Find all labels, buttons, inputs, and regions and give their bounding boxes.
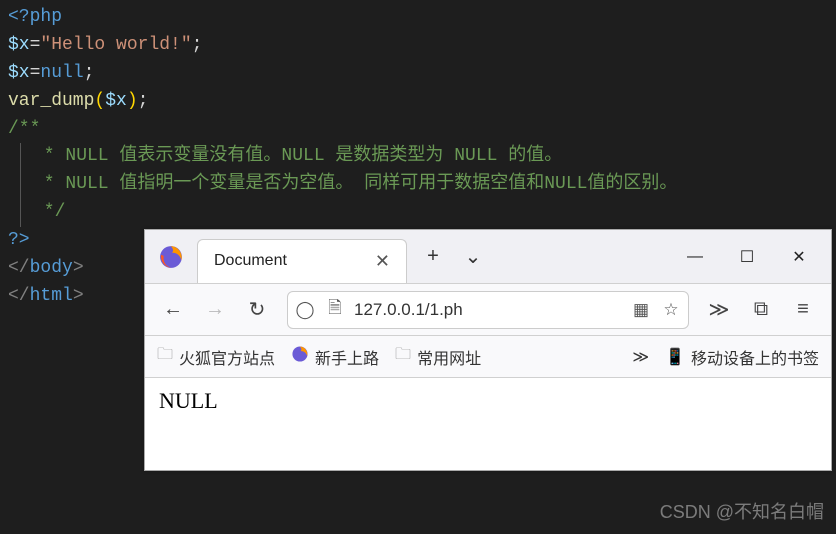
new-tab-button[interactable]: + xyxy=(413,237,453,277)
address-bar[interactable]: ◯ 🗎 127.0.0.1/1.ph ▦ ☆ xyxy=(287,291,689,329)
folder-icon: 🗀 xyxy=(157,343,173,370)
bookmarks-bar: 🗀 火狐官方站点 新手上路 🗀 常用网址 ≫ 📱 移动设备上的书签 xyxy=(145,336,831,378)
bookmark-label: 常用网址 xyxy=(417,345,481,369)
tabs-dropdown-button[interactable]: ⌄ xyxy=(453,237,493,277)
code-line: var_dump($x); xyxy=(8,88,828,116)
back-button[interactable]: ← xyxy=(153,290,193,330)
firefox-icon xyxy=(291,345,309,368)
comment-line: * NULL 值表示变量没有值。NULL 是数据类型为 NULL 的值。 xyxy=(33,143,828,171)
output-text: NULL xyxy=(159,388,218,413)
maximize-button[interactable]: ☐ xyxy=(721,237,773,277)
bookmark-label: 移动设备上的书签 xyxy=(691,345,819,369)
watermark: CSDN @不知名白帽 xyxy=(660,498,824,524)
bookmark-item[interactable]: 🗀 火狐官方站点 xyxy=(157,343,275,370)
overflow-button[interactable]: ≫ xyxy=(699,290,739,330)
extensions-button[interactable]: ⧉ xyxy=(741,290,781,330)
comment-open: /** xyxy=(8,116,828,144)
browser-window: Document ✕ + ⌄ — ☐ ✕ ← → ↻ ◯ 🗎 127.0.0.1… xyxy=(144,229,832,471)
folder-icon: 🗀 xyxy=(395,343,411,370)
close-window-button[interactable]: ✕ xyxy=(773,237,825,277)
window-controls: — ☐ ✕ xyxy=(669,237,825,277)
toolbar: ← → ↻ ◯ 🗎 127.0.0.1/1.ph ▦ ☆ ≫ ⧉ ≡ xyxy=(145,284,831,336)
code-line: $x=null; xyxy=(8,60,828,88)
browser-tab[interactable]: Document ✕ xyxy=(197,239,407,283)
comment-close: */ xyxy=(33,199,828,227)
bookmark-star-icon[interactable]: ☆ xyxy=(660,300,682,320)
code-line: <?php xyxy=(8,4,828,32)
bookmarks-overflow-button[interactable]: ≫ xyxy=(632,347,649,367)
code-line: $x="Hello world!"; xyxy=(8,32,828,60)
comment-block: * NULL 值表示变量没有值。NULL 是数据类型为 NULL 的值。 * N… xyxy=(20,143,828,227)
qr-code-icon[interactable]: ▦ xyxy=(630,300,652,320)
comment-line: * NULL 值指明一个变量是否为空值。 同样可用于数据空值和NULL值的区别。 xyxy=(33,171,828,199)
reload-button[interactable]: ↻ xyxy=(237,290,277,330)
shield-icon[interactable]: ◯ xyxy=(294,300,316,320)
bookmark-item[interactable]: 新手上路 xyxy=(291,345,379,369)
app-menu-button[interactable]: ≡ xyxy=(783,290,823,330)
bookmark-label: 新手上路 xyxy=(315,345,379,369)
mobile-icon: 📱 xyxy=(665,347,685,367)
bookmark-item[interactable]: 🗀 常用网址 xyxy=(395,343,481,370)
tab-close-icon[interactable]: ✕ xyxy=(369,249,396,274)
url-text: 127.0.0.1/1.ph xyxy=(354,300,622,320)
bookmark-item-mobile[interactable]: 📱 移动设备上的书签 xyxy=(665,345,819,369)
tab-title: Document xyxy=(214,252,357,270)
php-open-tag: <?php xyxy=(8,7,62,27)
forward-button[interactable]: → xyxy=(195,290,235,330)
titlebar: Document ✕ + ⌄ — ☐ ✕ xyxy=(145,230,831,284)
minimize-button[interactable]: — xyxy=(669,237,721,277)
page-content: NULL xyxy=(145,378,831,424)
firefox-logo-icon xyxy=(145,244,197,270)
bookmark-label: 火狐官方站点 xyxy=(179,345,275,369)
page-info-icon[interactable]: 🗎 xyxy=(324,295,346,324)
